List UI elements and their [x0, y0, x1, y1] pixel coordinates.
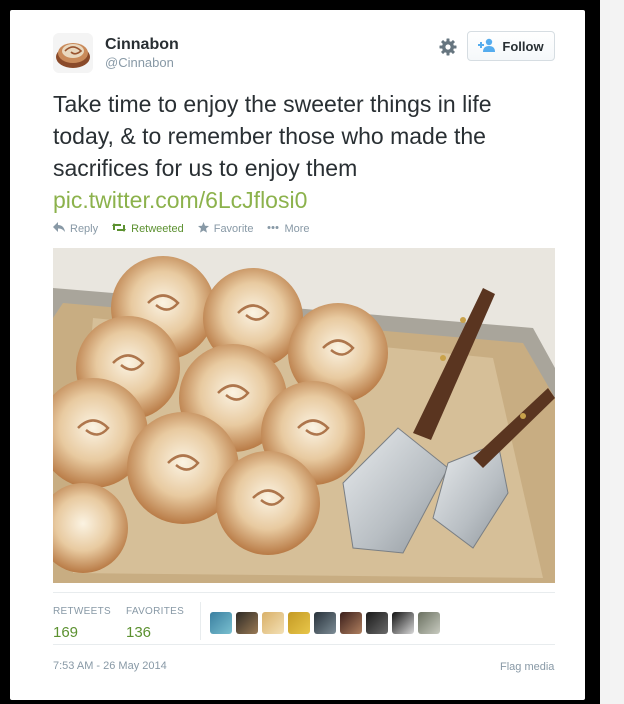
flag-media-link[interactable]: Flag media: [500, 661, 554, 673]
favoriter-avatar[interactable]: [392, 612, 414, 634]
retweets-label: RETWEETS: [53, 606, 111, 617]
retweets-count: 169: [53, 624, 79, 641]
retweet-icon: [112, 222, 127, 236]
add-user-icon: [478, 38, 496, 55]
reply-action[interactable]: Reply: [53, 222, 98, 236]
avatar[interactable]: [53, 33, 93, 73]
tweet-text: Take time to enjoy the sweeter things in…: [53, 88, 553, 216]
tweet-media-link[interactable]: pic.twitter.com/6LcJflosi0: [53, 184, 553, 216]
stats-divider: [200, 602, 201, 640]
favorite-action[interactable]: Favorite: [197, 222, 254, 236]
tweet-card: Cinnabon @Cinnabon Follow Take time to e…: [10, 10, 585, 700]
favoriter-avatar[interactable]: [340, 612, 362, 634]
background-strip: [600, 0, 624, 704]
tweet-photo[interactable]: [53, 248, 555, 583]
tweet-body: Take time to enjoy the sweeter things in…: [53, 91, 492, 181]
favoriter-avatar[interactable]: [418, 612, 440, 634]
favorite-label: Favorite: [213, 223, 254, 235]
more-action[interactable]: More: [267, 222, 310, 236]
reply-label: Reply: [70, 223, 99, 235]
favoriter-avatar[interactable]: [288, 612, 310, 634]
favoriter-avatar[interactable]: [314, 612, 336, 634]
ellipsis-icon: [267, 222, 279, 236]
retweet-action[interactable]: Retweeted: [112, 222, 184, 236]
favoriter-avatar[interactable]: [210, 612, 232, 634]
favoriter-avatar[interactable]: [236, 612, 258, 634]
retweets-stat[interactable]: RETWEETS 169: [53, 606, 111, 641]
favoriter-avatar[interactable]: [262, 612, 284, 634]
reply-icon: [53, 222, 65, 236]
follow-button[interactable]: Follow: [467, 31, 555, 61]
author-handle[interactable]: @Cinnabon: [105, 55, 174, 70]
favorites-count: 136: [126, 624, 152, 641]
favorites-label: FAVORITES: [126, 606, 185, 617]
tweet-timestamp[interactable]: 7:53 AM - 26 May 2014: [53, 660, 167, 672]
star-icon: [197, 222, 209, 236]
stats-bottom-divider: [53, 644, 555, 645]
follow-label: Follow: [502, 38, 544, 54]
favorites-stat[interactable]: FAVORITES 136: [126, 606, 184, 641]
stats-top-divider: [53, 592, 555, 593]
favoriter-avatar[interactable]: [366, 612, 388, 634]
more-label: More: [284, 223, 310, 235]
author-name[interactable]: Cinnabon: [105, 36, 179, 54]
favoriters-list: [210, 612, 440, 634]
retweeted-label: Retweeted: [131, 223, 184, 235]
gear-icon[interactable]: [438, 37, 458, 57]
tweet-actions: Reply Retweeted Favorite More: [53, 221, 310, 237]
